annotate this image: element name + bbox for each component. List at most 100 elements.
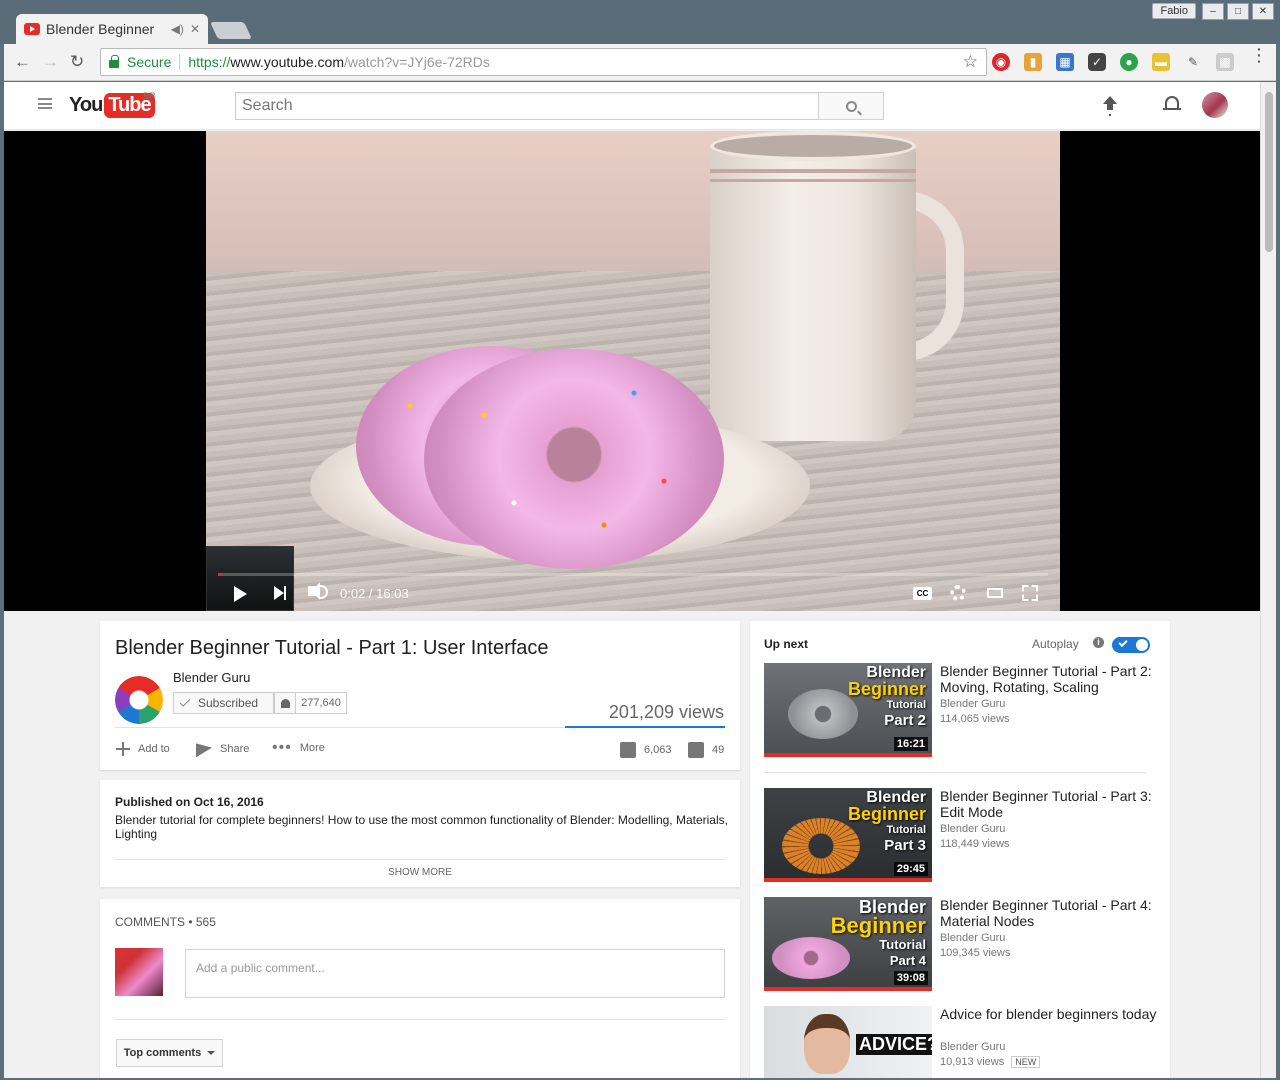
- plus-icon: [116, 742, 130, 756]
- pocket-icon[interactable]: ✓: [1088, 53, 1106, 71]
- recommended-channel: Blender Guru: [940, 1041, 1006, 1053]
- autoplay-label: Autoplay: [1032, 637, 1079, 651]
- thumb-line: Part 3: [884, 837, 926, 854]
- bookmark-star-icon[interactable]: ☆: [963, 52, 978, 72]
- url-path: /watch?v=JYj6e-72RDs: [344, 54, 490, 70]
- share-button[interactable]: Share: [196, 740, 249, 758]
- more-button[interactable]: ••• More: [272, 740, 325, 756]
- recommended-title[interactable]: Advice for blender beginners today: [940, 1006, 1160, 1022]
- recommended-channel: Blender Guru: [940, 698, 1006, 710]
- recommended-video[interactable]: Blender Beginner Tutorial Part 3 29:45 B…: [764, 788, 1168, 888]
- recommended-video[interactable]: ADVICE? Advice for blender beginners tod…: [764, 1006, 1168, 1078]
- video-duration: 39:08: [893, 971, 928, 985]
- youtube-logo[interactable]: You Tube BR: [69, 91, 156, 118]
- info-icon[interactable]: i: [1093, 637, 1104, 648]
- thumb-text: Blender Beginner Tutorial Part 4: [831, 898, 926, 969]
- profile-button[interactable]: Fabio: [1152, 3, 1196, 19]
- channel-avatar[interactable]: [115, 676, 163, 724]
- thumb-line: Tutorial: [886, 699, 926, 711]
- extension-icon-5[interactable]: ●: [1120, 53, 1138, 71]
- recommended-video[interactable]: Blender Beginner Tutorial Part 4 39:08 B…: [764, 897, 1168, 997]
- back-icon[interactable]: ←: [14, 52, 31, 72]
- account-avatar[interactable]: [1202, 92, 1228, 118]
- browser-tab[interactable]: Blender Beginner ◀) ✕: [16, 14, 208, 44]
- add-to-button[interactable]: Add to: [116, 742, 170, 756]
- subscribed-button[interactable]: Subscribed: [173, 692, 274, 714]
- add-to-label: Add to: [138, 743, 170, 755]
- like-button[interactable]: 6,063: [620, 742, 672, 758]
- tab-title: Blender Beginner: [46, 21, 155, 37]
- more-label: More: [299, 742, 325, 754]
- video-thumbnail[interactable]: Blender Beginner Tutorial Part 4 39:08: [764, 897, 932, 991]
- extension-icon-7[interactable]: ✎: [1184, 53, 1202, 71]
- audio-playing-icon[interactable]: ◀): [171, 22, 184, 36]
- dislike-button[interactable]: 49: [688, 742, 724, 758]
- thumbs-down-icon: [688, 742, 704, 758]
- watched-bar: [764, 753, 932, 757]
- progress-bar[interactable]: [218, 573, 1048, 576]
- minimize-button[interactable]: –: [1202, 3, 1224, 20]
- theater-mode-icon[interactable]: [987, 588, 1003, 598]
- search-input[interactable]: Search: [235, 92, 819, 120]
- video-thumbnail[interactable]: Blender Beginner Tutorial Part 2 16:21: [764, 663, 932, 757]
- comment-input[interactable]: Add a public comment...: [185, 949, 725, 998]
- recommended-title[interactable]: Blender Beginner Tutorial - Part 2: Movi…: [940, 663, 1160, 695]
- search-button[interactable]: [818, 92, 884, 120]
- recommended-views: 109,345 views: [940, 947, 1011, 959]
- video-player[interactable]: 0:02 / 16:03 CC: [4, 131, 1260, 611]
- channel-name[interactable]: Blender Guru: [173, 670, 250, 685]
- forward-icon[interactable]: →: [42, 52, 59, 72]
- extension-icon-6[interactable]: ▬: [1152, 53, 1170, 71]
- autoplay-toggle[interactable]: [1112, 637, 1150, 653]
- reload-icon[interactable]: ↻: [70, 52, 84, 72]
- thumb-text: Blender Beginner Tutorial Part 3: [848, 790, 926, 854]
- show-more-button[interactable]: SHOW MORE: [100, 867, 740, 878]
- notifications-bell-icon[interactable]: [1163, 96, 1181, 110]
- omnibox-separator: [179, 54, 181, 70]
- tab-close-icon[interactable]: ✕: [190, 22, 200, 36]
- page-scrollbar[interactable]: [1260, 82, 1276, 1078]
- url-scheme: https://: [188, 54, 231, 70]
- upload-icon[interactable]: [1102, 96, 1118, 114]
- settings-gear-icon[interactable]: [950, 585, 966, 601]
- publish-date: Published on Oct 16, 2016: [115, 795, 264, 809]
- scrollbar-thumb[interactable]: [1265, 92, 1273, 252]
- sort-comments-button[interactable]: Top comments: [116, 1039, 223, 1067]
- video-info-card: Blender Beginner Tutorial - Part 1: User…: [100, 621, 740, 770]
- video-thumbnail[interactable]: ADVICE?: [764, 1006, 932, 1078]
- watched-bar: [764, 878, 932, 882]
- new-tab-button[interactable]: [210, 22, 252, 39]
- video-duration: 29:45: [893, 862, 928, 876]
- window-titlebar: Blender Beginner ◀) ✕ Fabio – □ ✕: [0, 0, 1280, 44]
- description-card: Published on Oct 16, 2016 Blender tutori…: [100, 780, 740, 887]
- thumb-line: Beginner: [847, 804, 926, 824]
- thumb-advice-label: ADVICE?: [856, 1034, 932, 1055]
- extension-icon-8[interactable]: ▩: [1216, 53, 1234, 71]
- close-window-button[interactable]: ✕: [1252, 3, 1274, 20]
- maximize-button[interactable]: □: [1227, 3, 1249, 20]
- video-frame[interactable]: 0:02 / 16:03 CC: [206, 131, 1060, 611]
- subscribed-label: Subscribed: [198, 696, 259, 710]
- notification-preferences-button[interactable]: [274, 692, 296, 714]
- dislike-count: 49: [712, 744, 725, 756]
- logo-you: You: [69, 94, 103, 116]
- extension-icon-1[interactable]: ◉: [992, 53, 1010, 71]
- address-bar[interactable]: Secure https:// www.youtube.com /watch?v…: [100, 48, 987, 76]
- guide-menu-icon[interactable]: [38, 98, 52, 109]
- next-video-icon[interactable]: [274, 586, 286, 600]
- video-thumbnail[interactable]: Blender Beginner Tutorial Part 3 29:45: [764, 788, 932, 882]
- recommended-title[interactable]: Blender Beginner Tutorial - Part 4: Mate…: [940, 897, 1160, 929]
- toggle-check-icon: [1118, 637, 1128, 648]
- play-icon[interactable]: [234, 586, 247, 602]
- youtube-page: You Tube BR Search 0:02 / 16:03 CC Blend…: [4, 82, 1276, 1078]
- seek-preview-thumbnail: [206, 546, 294, 611]
- volume-icon[interactable]: [308, 582, 320, 600]
- youtube-favicon-icon: [24, 23, 40, 35]
- extension-icon-3[interactable]: ▦: [1056, 53, 1074, 71]
- extension-icon-2[interactable]: ▮: [1024, 53, 1042, 71]
- recommended-video[interactable]: Blender Beginner Tutorial Part 2 16:21 B…: [764, 663, 1168, 763]
- video-duration: 16:21: [893, 737, 928, 751]
- captions-icon[interactable]: CC: [913, 587, 932, 600]
- browser-menu-icon[interactable]: ⋮: [1250, 46, 1268, 64]
- recommended-title[interactable]: Blender Beginner Tutorial - Part 3: Edit…: [940, 788, 1160, 820]
